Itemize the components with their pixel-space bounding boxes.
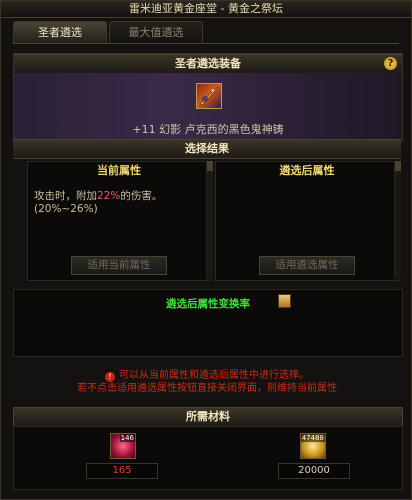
red-orb-material-icon[interactable]: 146 (110, 433, 136, 459)
tab-bar: 圣者遴选 最大值遴选 (13, 21, 399, 43)
warning-line-1-text: 可以从当前属性和遴选后属性中进行选择。 (119, 370, 309, 381)
current-attr-text: 攻击时，附加22%的伤害。(20%~26%) (34, 190, 200, 216)
after-attr-panel: 遴选后属性 适用遴选属性 (215, 161, 399, 281)
warning-line-2: 若不点击适用遴选属性按钮直接关闭界面，则维持当前属性 (77, 383, 337, 394)
rate-info-icon[interactable] (278, 294, 291, 308)
material-stack-count: 146 (119, 434, 135, 442)
apply-current-button[interactable]: 适用当前属性 (71, 256, 167, 275)
tab-divider (13, 43, 399, 44)
current-attr-value: 22% (97, 190, 121, 202)
warning-message: ! 可以从当前属性和遴选后属性中进行选择。 若不点击适用遴选属性按钮直接关闭界面，… (1, 369, 412, 395)
rate-panel: 遴选后属性变换率 (13, 289, 403, 357)
current-attr-scrollbar[interactable] (206, 161, 213, 279)
current-attr-panel: 当前属性 攻击时，附加22%的伤害。(20%~26%) 适用当前属性 (27, 161, 211, 281)
materials-header: 所需材料 (13, 407, 403, 427)
item-name: +11 幻影 卢克西的黑色鬼神铸 (132, 123, 284, 136)
equip-panel: 圣者遴选装备 ? +11 幻影 卢克西的黑色鬼神铸 (13, 53, 403, 141)
current-attr-title: 当前属性 (97, 164, 141, 177)
tab-saint-selection[interactable]: 圣者遴选 (13, 21, 107, 43)
after-attr-title: 遴选后属性 (279, 164, 335, 177)
equip-header: 圣者遴选装备 ? (14, 54, 402, 74)
rate-label: 遴选后属性变换率 (166, 298, 250, 310)
dark-ghost-weapon-icon[interactable] (196, 83, 222, 109)
exclamation-icon: ! (105, 372, 115, 382)
dialog-window: 雷米迪亚黄金座堂 - 黄金之祭坛 圣者遴选 最大值遴选 圣者遴选装备 ? +11… (0, 0, 412, 500)
item-display-area: +11 幻影 卢克西的黑色鬼神铸 (14, 73, 402, 139)
apply-selected-button[interactable]: 适用遴选属性 (259, 256, 355, 275)
equip-header-label: 圣者遴选装备 (175, 57, 241, 70)
help-icon[interactable]: ? (384, 57, 397, 70)
material-required-amount: 165 (86, 463, 158, 479)
scroll-thumb[interactable] (207, 161, 213, 171)
after-attr-scrollbar[interactable] (394, 161, 401, 279)
gold-coin-icon[interactable]: 47488 (300, 433, 326, 459)
materials-panel: 146 165 47488 20000 (13, 426, 403, 490)
gold-stack-count: 47488 (300, 434, 325, 442)
current-attr-prefix: 攻击时，附加 (34, 190, 97, 202)
results-header: 选择结果 (13, 139, 401, 159)
warning-line-1: ! 可以从当前属性和遴选后属性中进行选择。 (1, 369, 412, 382)
tab-max-value-selection[interactable]: 最大值遴选 (109, 21, 203, 43)
scroll-thumb[interactable] (395, 161, 401, 171)
window-title: 雷米迪亚黄金座堂 - 黄金之祭坛 (1, 1, 411, 18)
gold-required-amount: 20000 (278, 463, 350, 479)
